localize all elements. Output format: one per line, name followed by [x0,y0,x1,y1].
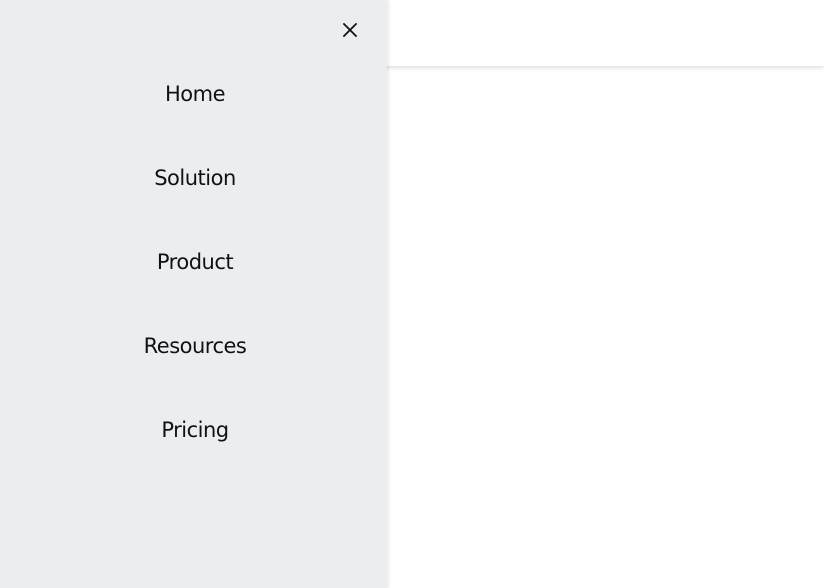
nav-link-resources[interactable]: Resources [136,324,255,368]
page: Home Solution Product Resources Pricing [0,0,824,588]
nav-item-product: Product [0,240,390,324]
close-icon [343,23,357,37]
drawer-nav-list: Home Solution Product Resources Pricing [0,72,390,492]
nav-link-product[interactable]: Product [149,240,241,284]
nav-item-pricing: Pricing [0,408,390,492]
nav-item-solution: Solution [0,156,390,240]
nav-item-home: Home [0,72,390,156]
nav-link-solution[interactable]: Solution [146,156,244,200]
mobile-nav-drawer: Home Solution Product Resources Pricing [0,0,387,588]
nav-item-resources: Resources [0,324,390,408]
nav-link-pricing[interactable]: Pricing [153,408,236,452]
close-button[interactable] [338,17,362,43]
nav-link-home[interactable]: Home [157,72,233,116]
